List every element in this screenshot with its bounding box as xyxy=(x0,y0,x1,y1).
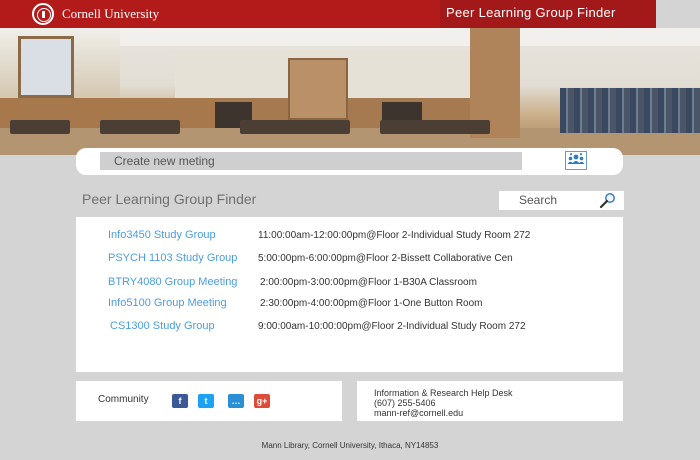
footer-address: Mann Library, Cornell University, Ithaca… xyxy=(261,441,439,450)
hero-furniture xyxy=(10,120,70,134)
list-item[interactable]: CS1300 Study Group 9:00:00am-10:00:00pm@… xyxy=(76,319,623,337)
group-list: Info3450 Study Group 11:00:00am-12:00:00… xyxy=(76,217,623,372)
list-item[interactable]: PSYCH 1103 Study Group 5:00:00pm-6:00:00… xyxy=(76,251,623,269)
library-hero-image xyxy=(0,28,700,155)
facebook-icon[interactable]: f xyxy=(172,394,188,408)
group-detail: 2:30:00pm-4:00:00pm@Floor 1-One Button R… xyxy=(260,298,483,309)
create-meeting-input[interactable]: Create new meting xyxy=(100,152,522,170)
cornell-seal-icon xyxy=(32,3,54,25)
group-name-link[interactable]: Info5100 Group Meeting xyxy=(108,297,227,309)
group-name-link[interactable]: CS1300 Study Group xyxy=(110,320,215,332)
help-desk-title: Information & Research Help Desk xyxy=(374,388,513,398)
twitter-icon[interactable]: t xyxy=(198,394,214,408)
university-name: Cornell University xyxy=(62,6,160,21)
help-desk-email[interactable]: mann-ref@cornell.edu xyxy=(374,408,463,418)
googleplus-icon[interactable]: g+ xyxy=(254,394,270,408)
group-detail: 5:00:00pm-6:00:00pm@Floor 2-Bissett Coll… xyxy=(258,253,513,264)
help-desk-panel: Information & Research Help Desk (607) 2… xyxy=(357,381,623,421)
group-detail: 9:00:00am-10:00:00pm@Floor 2-Individual … xyxy=(258,321,526,332)
group-name-link[interactable]: PSYCH 1103 Study Group xyxy=(108,252,237,264)
group-name-link[interactable]: BTRY4080 Group Meeting xyxy=(108,276,237,288)
top-bar-strip xyxy=(656,0,700,28)
search-box[interactable]: Search xyxy=(499,191,624,210)
app-title: Peer Learning Group Finder xyxy=(446,5,616,20)
list-item[interactable]: Info3450 Study Group 11:00:00am-12:00:00… xyxy=(76,228,623,246)
list-item[interactable]: Info5100 Group Meeting 2:30:00pm-4:00:00… xyxy=(76,296,623,314)
community-label: Community xyxy=(98,394,149,405)
section-title: Peer Learning Group Finder xyxy=(82,191,257,207)
search-label: Search xyxy=(519,193,558,207)
hero-window xyxy=(18,36,74,98)
hero-fireplace xyxy=(288,58,348,120)
chat-icon[interactable]: … xyxy=(228,394,244,408)
group-name-link[interactable]: Info3450 Study Group xyxy=(108,229,216,241)
community-panel: Community f t … g+ xyxy=(76,381,342,421)
hero-bookshelves xyxy=(560,88,700,133)
group-detail: 2:00:00pm-3:00:00pm@Floor 1-B30A Classro… xyxy=(260,277,477,288)
magnifier-icon[interactable] xyxy=(598,192,618,209)
hero-furniture xyxy=(100,120,180,134)
cornell-logo[interactable]: Cornell University xyxy=(32,3,159,25)
group-detail: 11:00:00am-12:00:00pm@Floor 2-Individual… xyxy=(258,230,531,241)
hero-furniture xyxy=(380,120,490,134)
help-desk-phone: (607) 255-5406 xyxy=(374,398,436,408)
list-item[interactable]: BTRY4080 Group Meeting 2:00:00pm-3:00:00… xyxy=(76,275,623,293)
people-group-icon[interactable] xyxy=(565,151,587,170)
hero-furniture xyxy=(240,120,350,134)
